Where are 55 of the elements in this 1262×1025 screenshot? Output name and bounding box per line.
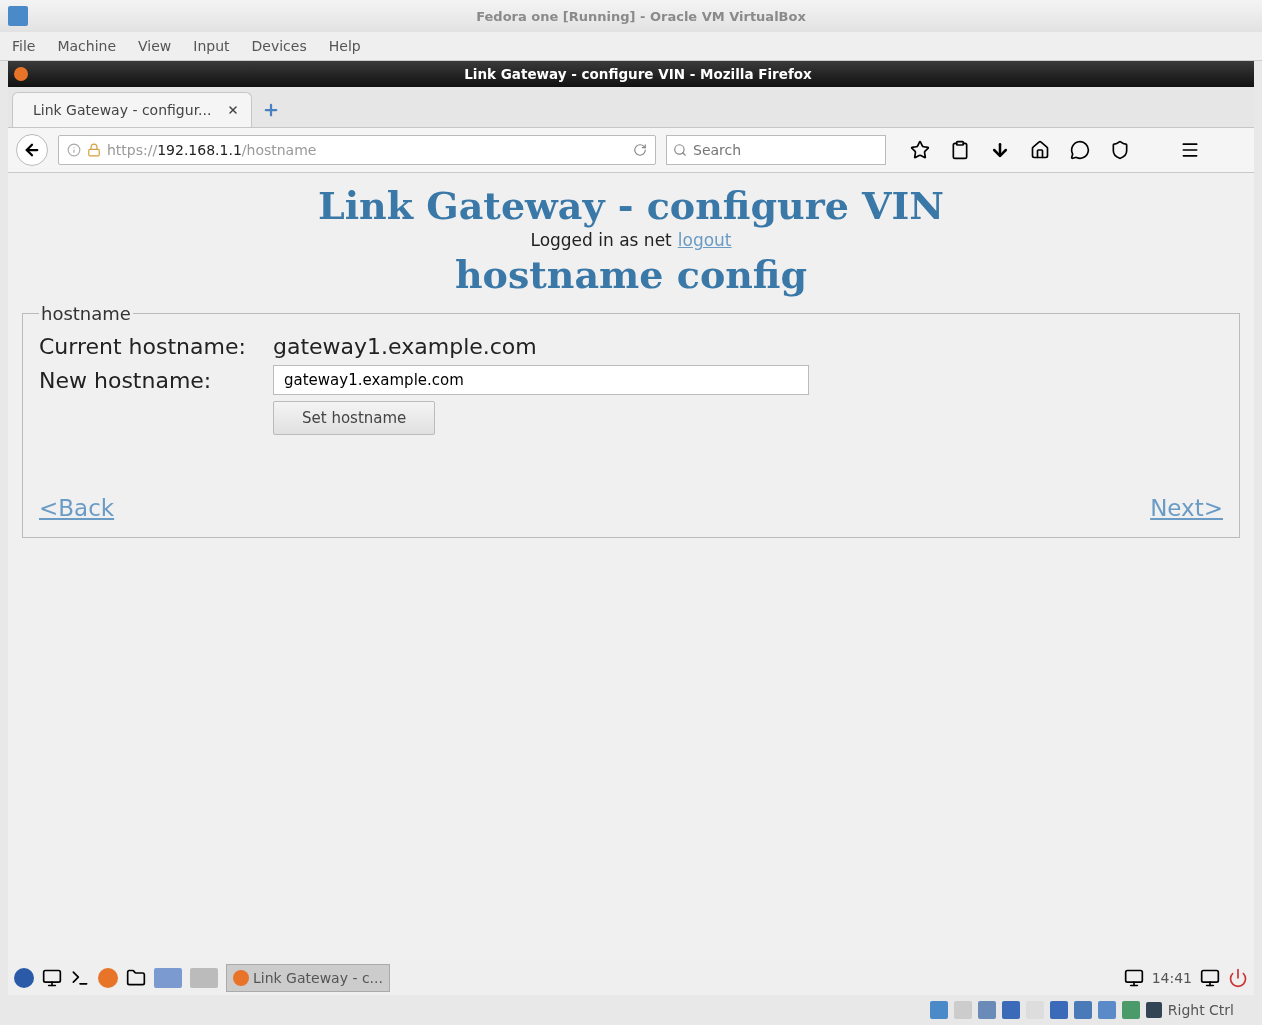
host-key-label: Right Ctrl (1167, 1002, 1234, 1018)
logout-icon[interactable] (1228, 968, 1248, 988)
chat-icon[interactable] (1070, 140, 1090, 160)
set-hostname-button[interactable]: Set hostname (273, 401, 436, 435)
clipboard-icon[interactable] (950, 140, 970, 160)
browser-tab[interactable]: Link Gateway - configur... (12, 92, 253, 127)
menu-icon[interactable] (1180, 140, 1200, 160)
current-hostname-value: gateway1.example.com (273, 334, 538, 359)
status-indicator-icon (1121, 1001, 1140, 1019)
host-key-icon (1145, 1002, 1162, 1018)
status-indicator-icon (953, 1001, 972, 1019)
folder-icon[interactable] (126, 968, 146, 988)
fieldset-legend: hostname (39, 303, 133, 324)
status-indicator-icon (977, 1001, 996, 1019)
browser-logo-icon (14, 67, 28, 81)
status-indicator-icon (1049, 1001, 1068, 1019)
menu-item[interactable]: Machine (57, 38, 117, 54)
current-hostname-label: Current hostname: (39, 334, 247, 359)
monitor-icon[interactable] (42, 968, 62, 988)
url-field[interactable]: https://192.168.1.1/hostname (58, 135, 656, 165)
app-icon (8, 6, 28, 26)
menu-item[interactable]: File (12, 38, 36, 54)
window-title: Fedora one [Running] - Oracle VM VirtualBox (475, 8, 807, 24)
terminal-icon[interactable] (70, 968, 90, 988)
info-icon (67, 143, 81, 157)
page-heading: Link Gateway - configure VIN (316, 183, 946, 228)
login-text: Logged in as net (530, 230, 672, 250)
menu-item[interactable]: Input (193, 38, 230, 54)
hostname-input[interactable]: gateway1.example.com (273, 365, 809, 395)
new-hostname-label: New hostname: (39, 367, 213, 393)
url-text: https://192.168.1.1/hostname (107, 142, 318, 158)
status-indicator-icon (1097, 1001, 1116, 1019)
monitor-icon[interactable] (1200, 968, 1220, 988)
download-icon[interactable] (990, 140, 1010, 160)
lock-icon (87, 143, 101, 157)
clock: 14:41 (1151, 970, 1192, 986)
status-indicator-icon (1001, 1001, 1020, 1019)
home-icon[interactable] (1030, 140, 1050, 160)
taskbar-button[interactable]: Link Gateway - c... (226, 964, 390, 992)
menu-item[interactable]: Devices (251, 38, 307, 54)
status-indicator-icon (1073, 1001, 1092, 1019)
menu-item[interactable]: Help (328, 38, 361, 54)
section-heading: hostname config (453, 252, 809, 297)
search-field[interactable]: Search (666, 135, 886, 165)
reload-icon[interactable] (633, 143, 647, 157)
back-button[interactable] (16, 134, 48, 166)
shield-icon[interactable] (1110, 140, 1130, 160)
status-indicator-icon (929, 1001, 948, 1019)
star-icon[interactable] (910, 140, 930, 160)
window-title: Link Gateway - configure VIN - Mozilla Firefox (463, 66, 813, 82)
start-menu-icon[interactable] (14, 968, 34, 988)
close-icon[interactable] (227, 104, 240, 116)
browser-launcher-icon[interactable] (98, 968, 118, 988)
search-icon (673, 143, 687, 157)
menu-item[interactable]: View (138, 38, 172, 54)
